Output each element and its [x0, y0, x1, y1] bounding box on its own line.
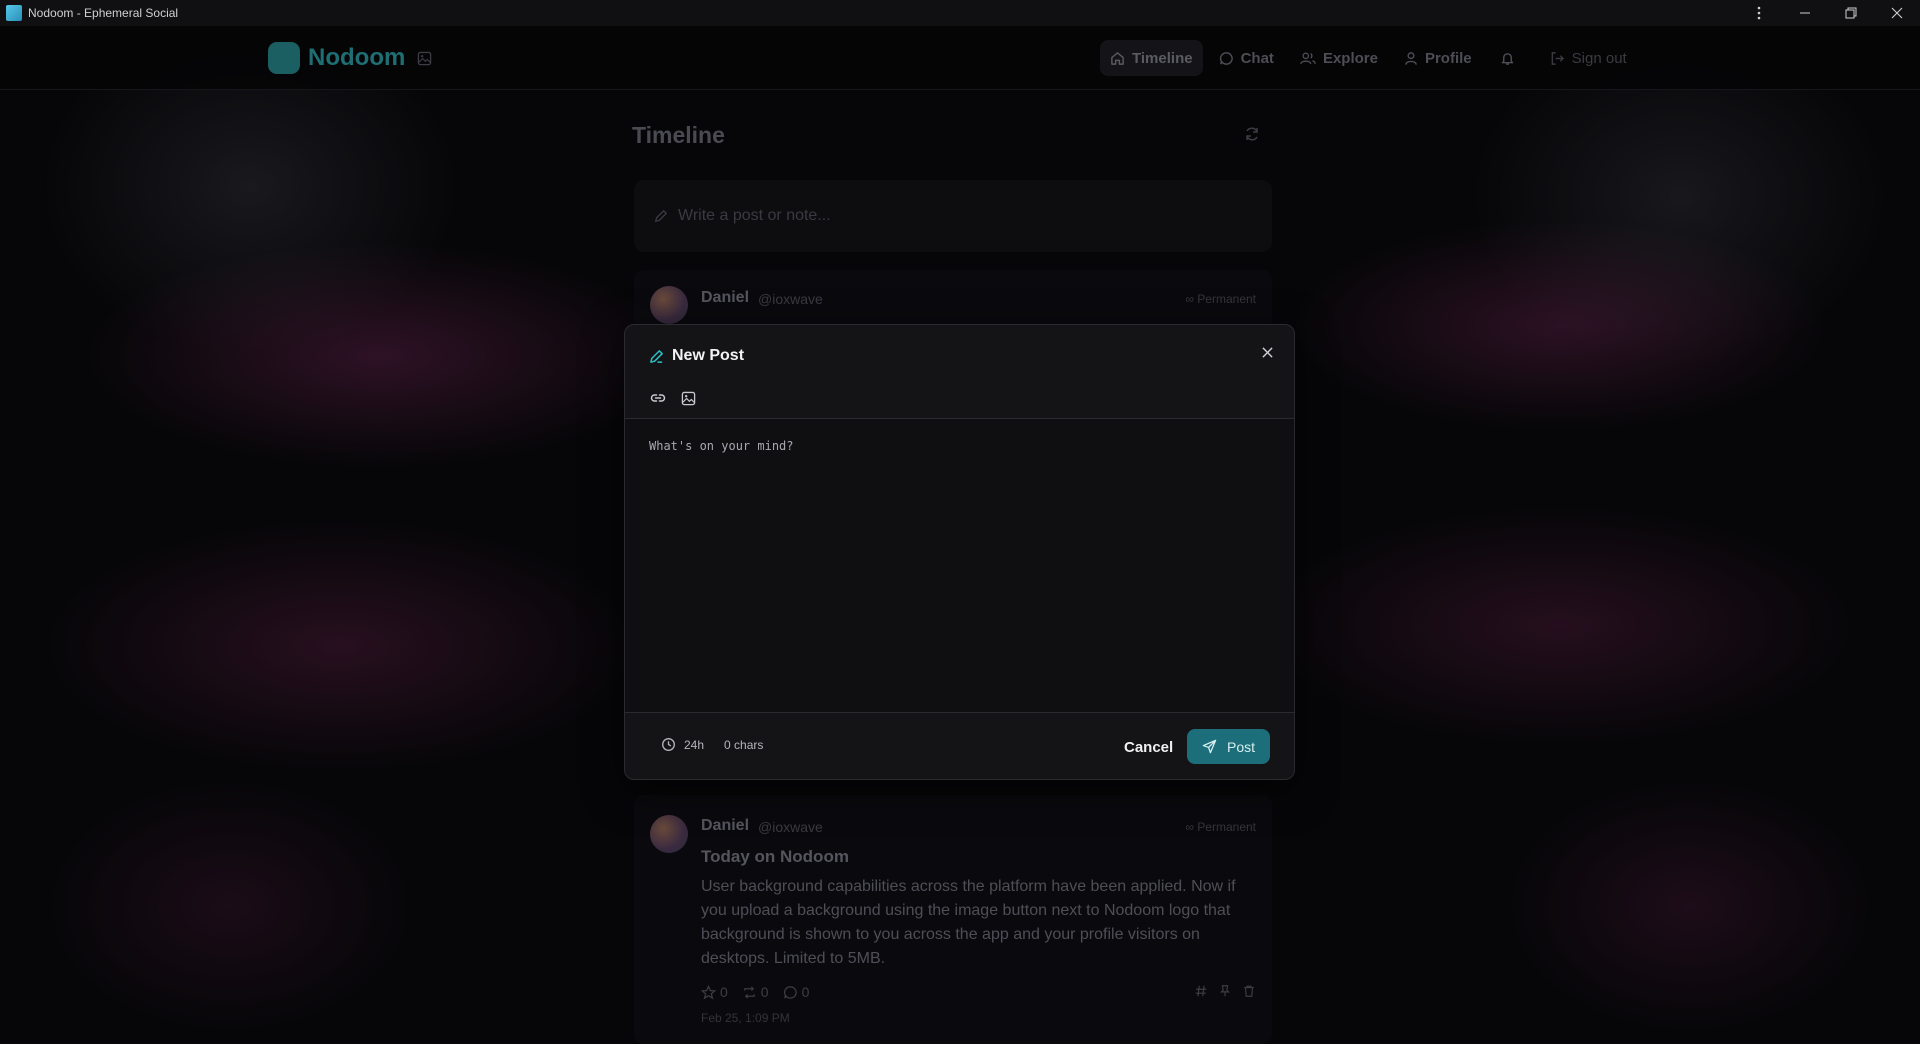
hashtag-icon[interactable] — [1194, 984, 1208, 998]
window-controls — [1736, 0, 1920, 26]
close-icon — [1261, 346, 1273, 358]
pin-icon[interactable] — [1218, 984, 1232, 998]
nav-profile-label: Profile — [1424, 49, 1472, 67]
comment-count: 0 — [801, 984, 810, 1000]
post-handle: @ioxwave — [758, 291, 823, 307]
modal-title: New Post — [672, 347, 745, 364]
char-count: 0 chars — [724, 737, 764, 752]
brand: Nodoom — [268, 42, 432, 74]
post-card: Daniel @ioxwave ∞ Permanent — [634, 270, 1272, 330]
nav-explore-label: Explore — [1322, 49, 1378, 67]
post-button-label: Post — [1226, 738, 1255, 755]
post-author[interactable]: Daniel — [701, 289, 749, 307]
cancel-button[interactable]: Cancel — [1116, 731, 1181, 763]
nav-chat-label: Chat — [1240, 49, 1274, 67]
post-heading: Today on Nodoom — [701, 847, 849, 866]
nav-sign-out-label: Sign out — [1571, 49, 1627, 67]
window-titlebar: Nodoom - Ephemeral Social — [0, 0, 1920, 26]
sign-out-icon — [1551, 51, 1564, 65]
app-icon — [6, 5, 22, 21]
more-vertical-icon[interactable] — [1736, 0, 1782, 26]
avatar[interactable] — [650, 286, 688, 324]
app-header: Nodoom Timeline Chat Explore Profile Sig… — [0, 26, 1920, 90]
minimize-icon[interactable] — [1782, 0, 1828, 26]
refresh-button[interactable] — [1244, 126, 1260, 147]
post-body: User background capabilities across the … — [701, 878, 1236, 967]
avatar[interactable] — [650, 815, 688, 853]
post-handle: @ioxwave — [758, 819, 823, 835]
star-icon — [701, 984, 716, 999]
chat-bubble-icon — [1219, 51, 1233, 65]
link-icon — [650, 394, 666, 402]
user-icon — [1405, 51, 1417, 65]
nav-profile[interactable]: Profile — [1394, 40, 1482, 76]
post-textarea[interactable] — [625, 419, 1294, 712]
nav-timeline-label: Timeline — [1132, 49, 1193, 67]
comment-button[interactable]: 0 — [783, 984, 810, 1000]
repost-button[interactable]: 0 — [742, 984, 769, 1000]
image-icon — [418, 51, 432, 65]
nav-timeline[interactable]: Timeline — [1100, 40, 1203, 76]
modal-close-button[interactable] — [1256, 341, 1278, 363]
modal-toolbar — [647, 387, 707, 409]
post-tools — [1184, 984, 1256, 998]
post-actions: 0 0 0 — [701, 984, 823, 1000]
brand-logo[interactable] — [268, 42, 300, 74]
bell-icon — [1501, 52, 1514, 65]
permanent-badge: ∞ Permanent — [1185, 292, 1256, 306]
star-button[interactable]: 0 — [701, 984, 728, 1000]
trash-icon[interactable] — [1242, 984, 1256, 998]
pencil-icon — [654, 209, 668, 223]
post-meta: 24h 0 chars — [661, 737, 763, 752]
insert-link-button[interactable] — [647, 387, 669, 409]
nav-sign-out[interactable]: Sign out — [1540, 40, 1637, 76]
window-title: Nodoom - Ephemeral Social — [28, 6, 179, 20]
send-icon — [1202, 739, 1217, 754]
modal-header: New Post — [649, 347, 744, 365]
nav-explore[interactable]: Explore — [1290, 40, 1388, 76]
users-icon — [1300, 51, 1316, 64]
repost-count: 0 — [760, 984, 769, 1000]
brand-name[interactable]: Nodoom — [308, 44, 405, 72]
main-nav: Timeline Chat Explore Profile Sign out — [1100, 40, 1643, 76]
permanent-badge: ∞ Permanent — [1185, 820, 1256, 834]
nav-chat[interactable]: Chat — [1209, 40, 1284, 76]
star-count: 0 — [720, 984, 728, 1000]
close-icon[interactable] — [1874, 0, 1920, 26]
home-icon — [1111, 51, 1124, 65]
post-date: Feb 25, 1:09 PM — [701, 1011, 790, 1025]
clock-icon — [662, 738, 675, 751]
refresh-icon — [1246, 127, 1258, 141]
pencil-icon — [650, 349, 663, 363]
ttl-selector[interactable]: 24h — [661, 737, 704, 752]
modal-footer: 24h 0 chars Cancel Post — [625, 712, 1294, 779]
background-image-button[interactable] — [417, 51, 432, 66]
ttl-value: 24h — [684, 737, 705, 752]
insert-image-button[interactable] — [677, 387, 699, 409]
page-title: Timeline — [632, 122, 725, 148]
nav-notifications[interactable] — [1488, 40, 1534, 76]
image-icon — [681, 391, 695, 405]
comment-icon — [783, 985, 797, 999]
composer-bar[interactable]: Write a post or note... — [634, 180, 1272, 252]
post-author[interactable]: Daniel — [701, 817, 749, 835]
repost-icon — [744, 985, 755, 999]
restore-icon[interactable] — [1828, 0, 1874, 26]
composer-placeholder: Write a post or note... — [678, 207, 831, 224]
new-post-modal: New Post 24h 0 chars Cancel Post — [624, 324, 1295, 780]
post-button[interactable]: Post — [1187, 729, 1270, 764]
post-card: Daniel @ioxwave ∞ Permanent Today on Nod… — [634, 795, 1272, 1044]
